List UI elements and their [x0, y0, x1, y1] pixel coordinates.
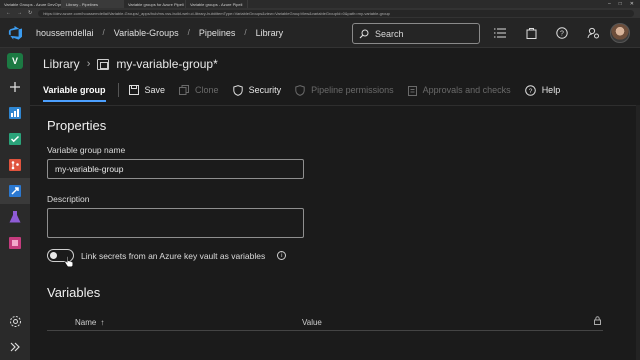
refresh-icon[interactable]: ↻ — [28, 10, 32, 16]
top-icons: ? — [492, 25, 601, 41]
address-bar: ← → ↻ https://dev.azure.com/houssemdella… — [0, 8, 640, 18]
browser-tab-active[interactable]: Library - Pipelines — [62, 0, 124, 8]
variables-heading: Variables — [47, 285, 101, 300]
sort-up-icon: ↑ — [100, 318, 105, 327]
top-bar: houssemdellai / Variable-Groups / Pipeli… — [0, 18, 640, 48]
avatar[interactable] — [610, 23, 630, 43]
link-secrets-row: Link secrets from an Azure key vault as … — [47, 249, 287, 262]
properties-heading: Properties — [47, 118, 107, 133]
forward-icon[interactable]: → — [17, 10, 22, 16]
svg-text:?: ? — [528, 88, 532, 95]
breadcrumb-separator: / — [244, 28, 247, 37]
clipboard-icon — [407, 85, 417, 96]
description-input[interactable] — [47, 208, 304, 238]
lock-icon — [594, 316, 601, 325]
artifacts-icon[interactable] — [0, 230, 30, 256]
security-label: Security — [248, 85, 282, 95]
clone-icon — [179, 85, 190, 95]
browser-tab-label: Variable Groups - Azure DevOps — [4, 1, 62, 7]
library-link[interactable]: Library — [43, 57, 80, 71]
test-plans-icon[interactable] — [0, 204, 30, 230]
variable-group-form: Properties Variable group name Descripti… — [30, 105, 640, 360]
breadcrumb: houssemdellai / Variable-Groups / Pipeli… — [36, 28, 283, 38]
browser-tab-strip: Variable Groups - Azure DevOps Library -… — [0, 0, 640, 8]
search-box[interactable]: Search — [352, 23, 480, 44]
browser-tab-label: Library - Pipelines — [66, 1, 99, 7]
search-icon — [359, 29, 369, 38]
variable-group-icon — [97, 58, 110, 70]
variables-table-header: Name ↑ Value — [47, 311, 603, 331]
settings-icon[interactable] — [0, 308, 30, 334]
column-header-name[interactable]: Name ↑ — [75, 318, 104, 327]
search-placeholder: Search — [375, 28, 404, 39]
group-name-label: Variable group name — [47, 145, 126, 155]
browser-tab[interactable]: Variable Groups - Azure DevOps — [0, 0, 62, 8]
page-header: Library › my-variable-group* — [43, 57, 218, 71]
security-button[interactable]: Security — [232, 84, 282, 96]
group-name-input[interactable] — [47, 159, 304, 179]
hand-cursor-icon — [64, 255, 74, 267]
left-nav-bottom — [0, 308, 30, 360]
close-icon[interactable]: ✕ — [630, 1, 634, 7]
window-controls: – □ ✕ — [608, 1, 640, 7]
info-icon[interactable]: i — [277, 251, 287, 260]
browser-tab-label: Variable groups - Azure Pipeli — [190, 1, 243, 7]
save-button[interactable]: Save — [128, 85, 166, 95]
url-field[interactable]: https://dev.azure.com/houssemdellai/Vari… — [38, 9, 634, 17]
left-nav: V — [0, 48, 30, 360]
approvals-label: Approvals and checks — [422, 85, 511, 95]
shield-icon — [232, 84, 243, 96]
pipeline-permissions-label: Pipeline permissions — [311, 85, 394, 95]
browser-tab[interactable]: Variable groups for Azure Pipeli — [124, 0, 186, 8]
bag-icon[interactable] — [523, 25, 539, 41]
azure-devops-icon — [8, 25, 22, 40]
azure-devops-logo[interactable] — [0, 18, 30, 48]
collapse-icon[interactable] — [0, 334, 30, 360]
shield-icon — [295, 84, 305, 96]
toolbar: Variable group Save Clone Security Pipel… — [30, 79, 640, 102]
browser-tab-label: Variable groups for Azure Pipeli — [128, 1, 184, 7]
help-button[interactable]: ? Help — [524, 84, 561, 96]
repos-icon[interactable] — [0, 152, 30, 178]
name-header-label: Name — [75, 318, 97, 327]
breadcrumb-library[interactable]: Library — [256, 28, 284, 38]
description-label: Description — [47, 194, 90, 204]
browser-tab[interactable]: Variable groups - Azure Pipeli — [186, 0, 248, 8]
maximize-icon[interactable]: □ — [619, 1, 622, 7]
back-icon[interactable]: ← — [6, 10, 11, 16]
minimize-icon[interactable]: – — [608, 1, 611, 7]
breadcrumb-pipelines[interactable]: Pipelines — [199, 28, 236, 38]
help-label: Help — [541, 85, 561, 95]
tab-variable-group[interactable]: Variable group — [43, 79, 106, 102]
link-secrets-label: Link secrets from an Azure key vault as … — [81, 250, 266, 261]
column-header-value: Value — [302, 318, 322, 327]
page-title: my-variable-group* — [116, 57, 218, 71]
save-label: Save — [144, 85, 166, 95]
clone-button[interactable]: Clone — [179, 85, 219, 95]
project-badge: V — [7, 53, 23, 69]
toolbar-divider — [117, 83, 119, 97]
boards-icon[interactable] — [0, 126, 30, 152]
user-settings-icon[interactable] — [585, 25, 601, 41]
overview-icon[interactable] — [0, 100, 30, 126]
help-icon[interactable]: ? — [554, 25, 570, 41]
list-icon[interactable] — [492, 25, 508, 41]
breadcrumb-separator: / — [102, 28, 105, 37]
pipeline-permissions-button[interactable]: Pipeline permissions — [295, 84, 394, 96]
breadcrumb-separator: / — [187, 28, 190, 37]
pipelines-icon[interactable] — [0, 178, 30, 204]
svg-text:?: ? — [560, 31, 564, 38]
breadcrumb-project[interactable]: Variable-Groups — [114, 28, 179, 38]
clone-label: Clone — [195, 85, 219, 95]
project-selector[interactable]: V — [0, 48, 30, 74]
help-icon: ? — [524, 84, 536, 96]
chevron-right-icon: › — [86, 58, 91, 70]
main-panel: Library › my-variable-group* Variable gr… — [30, 48, 640, 360]
scrollbar[interactable] — [636, 105, 640, 360]
approvals-checks-button[interactable]: Approvals and checks — [407, 85, 511, 96]
save-icon — [128, 85, 139, 95]
breadcrumb-org[interactable]: houssemdellai — [36, 28, 94, 38]
add-icon[interactable] — [0, 74, 30, 100]
